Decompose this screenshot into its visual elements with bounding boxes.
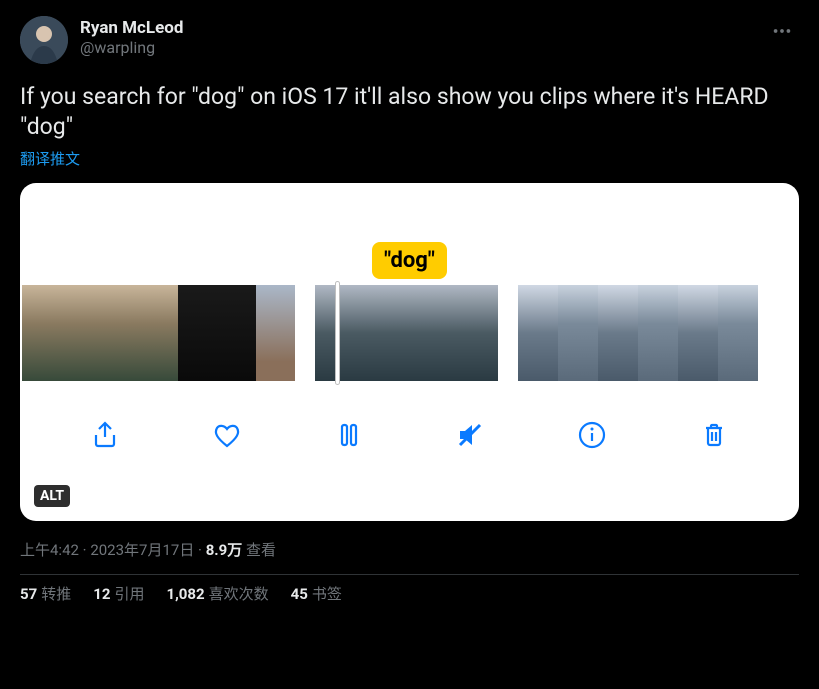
clip-group-2[interactable] — [315, 285, 498, 381]
clip-group-3[interactable] — [518, 285, 758, 381]
pause-icon[interactable] — [329, 415, 369, 455]
clip-frame[interactable] — [598, 285, 638, 381]
clip-frame[interactable] — [376, 285, 437, 381]
clip-frame[interactable] — [678, 285, 718, 381]
alt-badge[interactable]: ALT — [34, 485, 70, 507]
tweet-header: Ryan McLeod @warpling — [20, 16, 799, 64]
clip-group-1[interactable] — [22, 285, 295, 381]
views-count: 8.9万 — [206, 541, 243, 559]
search-tag-text: "dog" — [384, 248, 435, 273]
divider — [20, 574, 799, 575]
info-icon[interactable] — [572, 415, 612, 455]
bookmarks-metric[interactable]: 45书签 — [291, 583, 342, 604]
post-time: 上午4:42 — [20, 541, 79, 559]
translate-link[interactable]: 翻译推文 — [20, 148, 80, 169]
clip-frame[interactable] — [61, 285, 100, 381]
more-button[interactable] — [765, 16, 799, 52]
filmstrip[interactable] — [20, 285, 799, 381]
media-top: "dog" — [20, 183, 799, 285]
post-date: 2023年7月17日 — [90, 541, 194, 559]
clip-frame[interactable] — [315, 285, 376, 381]
tweet-container: Ryan McLeod @warpling If you search for … — [0, 0, 819, 614]
search-tag: "dog" — [372, 242, 447, 279]
views-label: 查看 — [242, 541, 276, 559]
avatar[interactable] — [20, 16, 68, 64]
clip-frame[interactable] — [718, 285, 758, 381]
clip-frame[interactable] — [100, 285, 139, 381]
tweet-text: If you search for "dog" on iOS 17 it'll … — [20, 82, 799, 142]
clip-frame[interactable] — [256, 285, 295, 381]
media-toolbar — [20, 381, 799, 489]
mute-icon[interactable] — [450, 415, 490, 455]
media-card[interactable]: "dog" — [20, 183, 799, 521]
likes-metric[interactable]: 1,082喜欢次数 — [166, 583, 268, 604]
clip-frame[interactable] — [638, 285, 678, 381]
heart-icon[interactable] — [207, 415, 247, 455]
clip-frame[interactable] — [178, 285, 217, 381]
clip-frame[interactable] — [22, 285, 61, 381]
share-icon[interactable] — [85, 415, 125, 455]
clip-frame[interactable] — [139, 285, 178, 381]
playhead[interactable] — [335, 281, 340, 385]
metrics-row: 57转推 12引用 1,082喜欢次数 45书签 — [20, 583, 799, 604]
timestamp-line[interactable]: 上午4:42 · 2023年7月17日 · 8.9万 查看 — [20, 539, 799, 560]
author-names: Ryan McLeod @warpling — [80, 16, 753, 57]
clip-frame[interactable] — [437, 285, 498, 381]
trash-icon[interactable] — [694, 415, 734, 455]
clip-frame[interactable] — [558, 285, 598, 381]
display-name[interactable]: Ryan McLeod — [80, 18, 753, 38]
retweets-metric[interactable]: 57转推 — [20, 583, 71, 604]
author-handle[interactable]: @warpling — [80, 38, 753, 57]
clip-frame[interactable] — [217, 285, 256, 381]
clip-frame[interactable] — [518, 285, 558, 381]
quotes-metric[interactable]: 12引用 — [93, 583, 144, 604]
